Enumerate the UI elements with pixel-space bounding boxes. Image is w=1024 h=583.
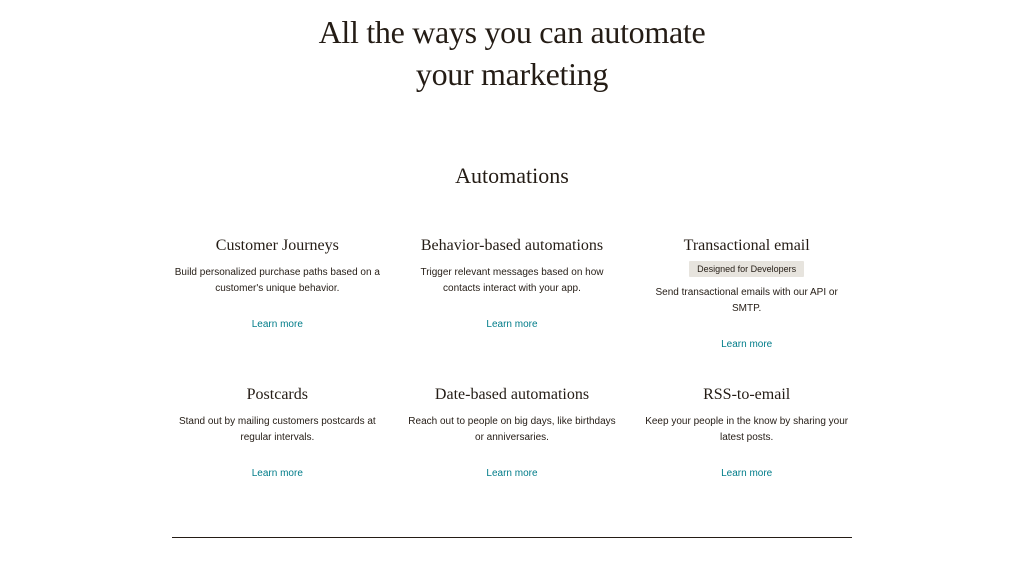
section-title: Automations [0,163,1024,189]
learn-more-link[interactable]: Learn more [486,468,537,479]
learn-more-link[interactable]: Learn more [252,319,303,330]
developer-badge: Designed for Developers [689,261,804,277]
card-title: RSS-to-email [703,386,790,404]
card-customer-journeys: Customer Journeys Build personalized pur… [172,237,383,350]
card-date-automations: Date-based automations Reach out to peop… [407,386,618,479]
card-title: Transactional email [684,237,810,255]
learn-more-link[interactable]: Learn more [486,319,537,330]
page-title: All the ways you can automate your marke… [0,0,1024,105]
cards-grid: Customer Journeys Build personalized pur… [152,237,872,479]
page-title-line1: All the ways you can automate [319,14,706,50]
card-title: Postcards [247,386,308,404]
card-rss-to-email: RSS-to-email Keep your people in the kno… [641,386,852,479]
section-divider [172,537,852,538]
card-postcards: Postcards Stand out by mailing customers… [172,386,383,479]
card-desc: Keep your people in the know by sharing … [642,414,852,446]
learn-more-link[interactable]: Learn more [252,468,303,479]
card-desc: Reach out to people on big days, like bi… [407,414,617,446]
learn-more-link[interactable]: Learn more [721,339,772,350]
card-title: Customer Journeys [216,237,339,255]
card-behavior-automations: Behavior-based automations Trigger relev… [407,237,618,350]
card-desc: Trigger relevant messages based on how c… [407,265,617,297]
page-title-line2: your marketing [416,56,608,92]
learn-more-link[interactable]: Learn more [721,468,772,479]
card-desc: Build personalized purchase paths based … [172,265,382,297]
card-desc: Stand out by mailing customers postcards… [172,414,382,446]
card-desc: Send transactional emails with our API o… [642,285,852,317]
card-transactional-email: Transactional email Designed for Develop… [641,237,852,350]
card-title: Behavior-based automations [421,237,603,255]
card-title: Date-based automations [435,386,589,404]
